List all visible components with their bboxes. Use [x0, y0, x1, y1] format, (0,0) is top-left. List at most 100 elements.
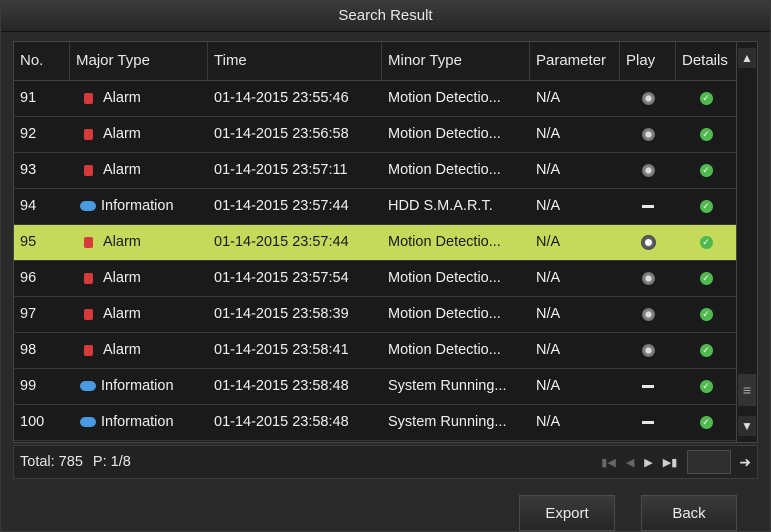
play-icon[interactable] — [641, 307, 655, 321]
row-play[interactable] — [620, 153, 676, 188]
row-parameter: N/A — [536, 270, 561, 286]
row-details[interactable]: ✓ — [676, 297, 736, 332]
column-header-no[interactable]: No. — [14, 42, 70, 80]
row-play[interactable] — [620, 405, 676, 440]
row-minor-type: Motion Detectio... — [388, 126, 501, 142]
scroll-thumb[interactable]: ≡ — [738, 374, 756, 406]
row-number: 91 — [20, 90, 37, 106]
table-body: 91 Alarm 01-14-2015 23:55:46 Motion Detecti… — [14, 81, 736, 441]
column-header-time[interactable]: Time — [208, 42, 382, 80]
play-icon[interactable] — [641, 127, 655, 141]
row-minor-type: Motion Detectio... — [388, 270, 501, 286]
row-play[interactable] — [620, 189, 676, 224]
play-icon[interactable] — [640, 234, 656, 250]
check-icon[interactable]: ✓ — [699, 235, 713, 249]
check-icon[interactable]: ✓ — [699, 271, 713, 285]
check-icon[interactable]: ✓ — [699, 379, 713, 393]
column-header-play[interactable]: Play — [620, 42, 676, 80]
row-details[interactable]: ✓ — [676, 81, 736, 116]
row-major-type: Alarm — [70, 81, 208, 116]
row-minor-type: Motion Detectio... — [388, 342, 501, 358]
row-play[interactable] — [620, 261, 676, 296]
row-details[interactable]: ✓ — [676, 225, 736, 260]
row-play[interactable] — [620, 369, 676, 404]
table-row[interactable]: 97 Alarm 01-14-2015 23:58:39 Motion Detecti… — [14, 297, 736, 333]
search-result-window: Search Result No. Major Type Time Minor … — [0, 0, 771, 532]
row-details[interactable]: ✓ — [676, 153, 736, 188]
back-button[interactable]: Back — [641, 495, 737, 531]
row-play[interactable] — [620, 225, 676, 260]
alarm-icon — [84, 92, 93, 104]
row-minor-type: Motion Detectio... — [388, 234, 501, 250]
play-icon[interactable] — [641, 163, 655, 177]
table-row[interactable]: 94 Information 01-14-2015 23:57:44 HDD S.M.… — [14, 189, 736, 225]
table-row[interactable]: 96 Alarm 01-14-2015 23:57:54 Motion Detecti… — [14, 261, 736, 297]
row-parameter: N/A — [536, 414, 561, 430]
row-minor-type: System Running... — [388, 414, 507, 430]
check-icon[interactable]: ✓ — [699, 307, 713, 321]
row-major-label: Information — [101, 414, 174, 430]
row-major-label: Alarm — [103, 90, 141, 106]
table-row[interactable]: 93 Alarm 01-14-2015 23:57:11 Motion Detecti… — [14, 153, 736, 189]
dash-icon — [642, 384, 654, 388]
next-page-icon[interactable]: ▶ — [644, 456, 652, 469]
row-play[interactable] — [620, 117, 676, 152]
row-details[interactable]: ✓ — [676, 261, 736, 296]
info-icon — [80, 201, 96, 212]
column-header-minor-type[interactable]: Minor Type — [382, 42, 530, 80]
dash-icon — [642, 204, 654, 208]
row-time: 01-14-2015 23:57:11 — [214, 162, 348, 178]
last-page-icon[interactable]: ▶▮ — [663, 456, 678, 469]
row-minor-type: Motion Detectio... — [388, 162, 501, 178]
row-play[interactable] — [620, 297, 676, 332]
column-header-parameter[interactable]: Parameter — [530, 42, 620, 80]
column-header-major-type[interactable]: Major Type — [70, 42, 208, 80]
row-play[interactable] — [620, 333, 676, 368]
row-details[interactable]: ✓ — [676, 333, 736, 368]
row-number: 93 — [20, 162, 37, 178]
scroll-down-icon[interactable]: ▼ — [738, 416, 756, 436]
row-time: 01-14-2015 23:56:58 — [214, 126, 349, 142]
row-details[interactable]: ✓ — [676, 189, 736, 224]
table-row[interactable]: 100 Information 01-14-2015 23:58:48 System … — [14, 405, 736, 441]
row-details[interactable]: ✓ — [676, 117, 736, 152]
row-minor-type: Motion Detectio... — [388, 90, 501, 106]
row-major-label: Alarm — [103, 306, 141, 322]
check-icon[interactable]: ✓ — [699, 127, 713, 141]
check-icon[interactable]: ✓ — [699, 415, 713, 429]
row-details[interactable]: ✓ — [676, 369, 736, 404]
column-header-details[interactable]: Details — [676, 42, 736, 80]
alarm-icon — [84, 272, 93, 284]
table-row[interactable]: 99 Information 01-14-2015 23:58:48 System R… — [14, 369, 736, 405]
row-parameter: N/A — [536, 234, 561, 250]
table-row[interactable]: 98 Alarm 01-14-2015 23:58:41 Motion Detecti… — [14, 333, 736, 369]
table-row[interactable]: 91 Alarm 01-14-2015 23:55:46 Motion Detecti… — [14, 81, 736, 117]
play-icon[interactable] — [641, 91, 655, 105]
table-row[interactable]: 95 Alarm 01-14-2015 23:57:44 Motion Detecti… — [14, 225, 736, 261]
prev-page-icon[interactable]: ◀ — [626, 456, 634, 469]
row-parameter: N/A — [536, 306, 561, 322]
page-number-input[interactable] — [687, 450, 732, 474]
scroll-up-icon[interactable]: ▲ — [738, 48, 756, 68]
row-time: 01-14-2015 23:58:48 — [214, 414, 349, 430]
play-icon[interactable] — [641, 271, 655, 285]
check-icon[interactable]: ✓ — [699, 163, 713, 177]
vertical-scrollbar[interactable]: ▲ ≡ ▼ — [736, 41, 758, 443]
check-icon[interactable]: ✓ — [699, 343, 713, 357]
row-major-label: Information — [101, 198, 174, 214]
table-row[interactable]: 92 Alarm 01-14-2015 23:56:58 Motion Detecti… — [14, 117, 736, 153]
row-time: 01-14-2015 23:58:48 — [214, 378, 349, 394]
first-page-icon[interactable]: ▮◀ — [601, 456, 616, 469]
check-icon[interactable]: ✓ — [699, 199, 713, 213]
row-time: 01-14-2015 23:57:44 — [214, 234, 349, 250]
info-icon — [80, 417, 96, 428]
play-icon[interactable] — [641, 343, 655, 357]
row-play[interactable] — [620, 81, 676, 116]
alarm-icon — [84, 344, 93, 356]
check-icon[interactable]: ✓ — [699, 91, 713, 105]
go-to-page-icon[interactable]: ➜ — [739, 454, 751, 471]
row-details[interactable]: ✓ — [676, 405, 736, 440]
export-button[interactable]: Export — [519, 495, 615, 531]
row-minor-type: System Running... — [388, 378, 507, 394]
row-major-label: Alarm — [103, 342, 141, 358]
